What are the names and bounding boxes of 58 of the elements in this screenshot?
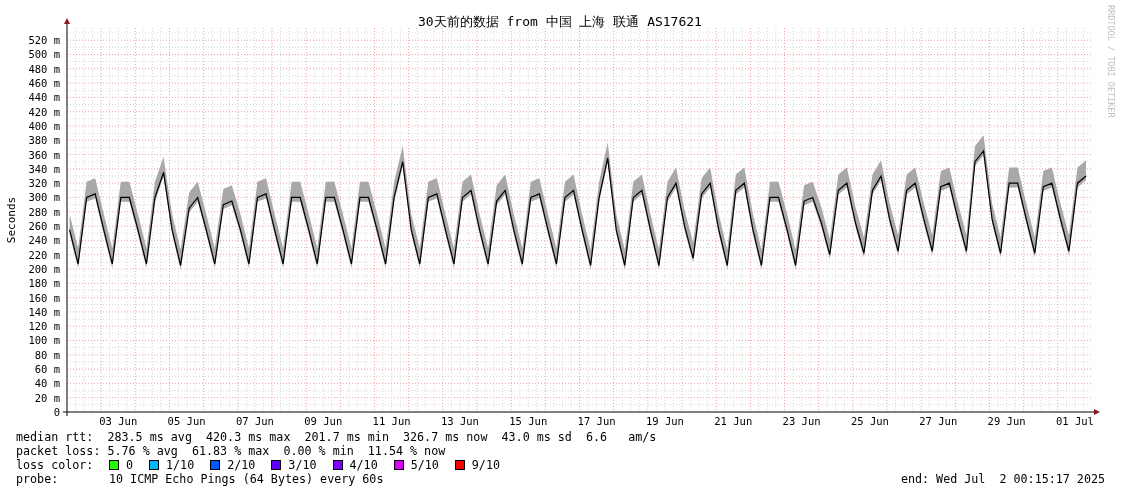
tick-label: 140 m <box>28 305 60 318</box>
tick-label: 240 m <box>28 234 60 247</box>
tick-label: 380 m <box>28 134 60 147</box>
tick-label: 260 m <box>28 220 60 233</box>
tick-label: 100 m <box>28 334 60 347</box>
tick-label: 60 m <box>34 363 60 376</box>
legend-label: 1/10 <box>166 458 195 472</box>
tick-label: 11 Jun <box>372 415 411 427</box>
tick-label: 80 m <box>34 348 60 361</box>
tick-label: 0 <box>53 406 60 418</box>
tick-label: 340 m <box>28 162 60 175</box>
tick-label: 25 Jun <box>850 415 889 427</box>
end-time: end: Wed Jul 2 00:15:17 2025 <box>900 472 1105 486</box>
axis-label: Seconds <box>5 196 18 244</box>
legend-label: 2/10 <box>227 458 256 472</box>
tick-label: 15 Jun <box>509 415 548 427</box>
legend-label: 4/10 <box>349 458 378 472</box>
tick-label: 460 m <box>28 77 60 90</box>
tick-label: 480 m <box>28 62 60 75</box>
stats-text: packet loss: 5.76 % avg 61.83 % max 0.00 % min 11.54 % now <box>16 444 447 458</box>
chart-title: 30天前的数据 from 中国 上海 联通 AS17621 <box>418 14 702 29</box>
tick-label: 29 Jun <box>987 415 1026 427</box>
tick-label: 20 m <box>34 391 60 404</box>
tick-label: 13 Jun <box>440 415 479 427</box>
legend-label: 5/10 <box>410 458 439 472</box>
tick-label: 27 Jun <box>919 415 958 427</box>
tick-label: 03 Jun <box>99 415 138 427</box>
tick-label: 520 m <box>28 34 60 47</box>
tick-label: 21 Jun <box>714 415 753 427</box>
tick-label: 09 Jun <box>304 415 343 427</box>
tick-label: 440 m <box>28 91 60 104</box>
tick-label: 500 m <box>28 48 60 61</box>
tick-label: 05 Jun <box>167 415 206 427</box>
legend-label: 3/10 <box>288 458 317 472</box>
legend-label: 0 <box>126 458 134 472</box>
legend-label: 9/10 <box>471 458 500 472</box>
tick-label: 120 m <box>28 320 60 333</box>
tick-label: 07 Jun <box>235 415 274 427</box>
stats-text: median rtt: 283.5 ms avg 420.3 ms max 201.7 ms min 326.7 ms now 43.0 ms sd 6.6 am/s <box>16 430 658 444</box>
tick-label: 17 Jun <box>577 415 616 427</box>
tick-label: 23 Jun <box>782 415 821 427</box>
tick-label: 360 m <box>28 148 60 161</box>
tick-label: 19 Jun <box>645 415 684 427</box>
tick-label: 420 m <box>28 105 60 118</box>
tick-label: 200 m <box>28 263 60 275</box>
tick-label: 400 m <box>28 119 60 132</box>
tick-label: 160 m <box>28 291 60 304</box>
tick-label: 40 m <box>34 377 60 390</box>
tick-label: 01 Jul <box>1055 415 1094 427</box>
tick-label: 320 m <box>28 177 60 190</box>
legend-label: probe: <box>16 472 60 486</box>
tick-label: 280 m <box>28 205 60 218</box>
tick-label: 300 m <box>28 191 60 204</box>
tick-label: 220 m <box>28 248 60 261</box>
probe-text: 10 ICMP Echo Pings (64 Bytes) every 60s <box>109 472 384 486</box>
tick-label: 180 m <box>28 277 60 290</box>
credit-text: RRDTOOL / TOBI OETIKER <box>1106 5 1116 118</box>
legend-label: loss color: <box>16 458 95 472</box>
